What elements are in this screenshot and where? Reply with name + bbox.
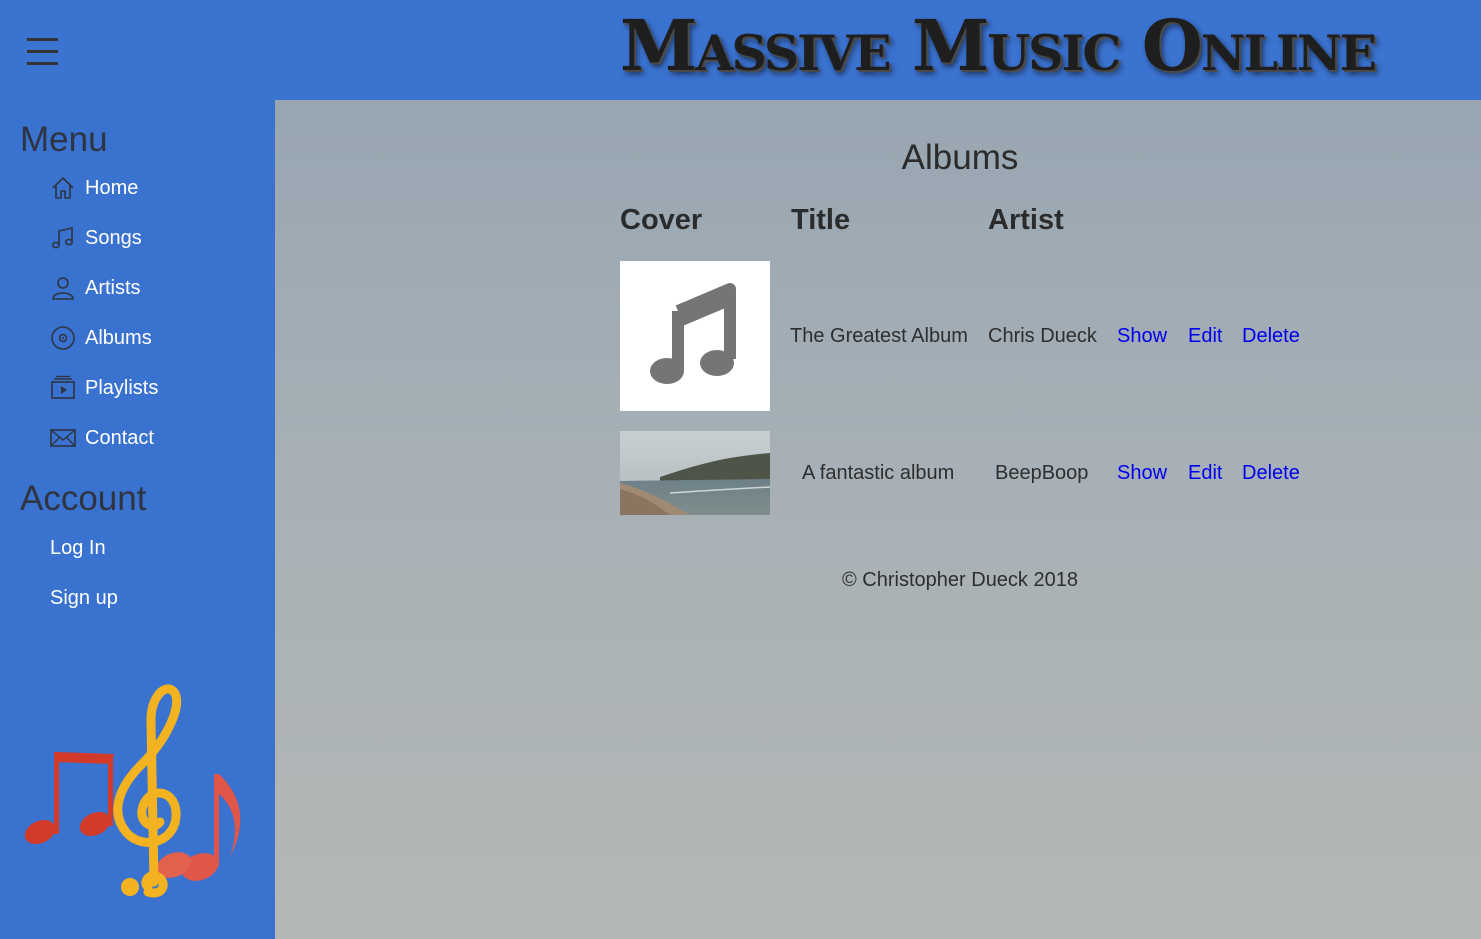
sidebar-item-artists[interactable]: Artists	[50, 272, 250, 304]
playlist-icon	[51, 375, 75, 399]
footer-copyright: © Christopher Dueck 2018	[842, 569, 1078, 591]
sidebar-item-label: Contact	[85, 426, 154, 449]
album-title: A fantastic album	[802, 462, 955, 484]
sidebar-item-contact[interactable]: Contact	[50, 422, 250, 454]
page-title: Albums	[901, 138, 1019, 177]
album-artist: Chris Dueck	[988, 325, 1097, 347]
sidebar-item-label: Playlists	[85, 376, 159, 399]
album-cover-placeholder	[620, 261, 770, 411]
album-cover-beach-photo	[620, 431, 770, 515]
sidebar-item-playlists[interactable]: Playlists	[50, 372, 250, 404]
sidebar-item-label: Albums	[85, 326, 152, 349]
edit-link[interactable]: Edit	[1188, 462, 1222, 485]
album-title: The Greatest Album	[790, 325, 968, 347]
signup-link[interactable]: Sign up	[50, 587, 118, 610]
show-link[interactable]: Show	[1117, 462, 1167, 485]
sidebar-item-label: Home	[85, 176, 139, 199]
site-title: Massive Music Online	[620, 4, 1377, 87]
menu-heading: Menu	[20, 120, 108, 159]
music-notes-logo	[24, 684, 241, 898]
hamburger-menu-icon[interactable]	[27, 36, 59, 68]
show-link[interactable]: Show	[1117, 325, 1167, 348]
sidebar-item-label: Artists	[85, 276, 141, 299]
music-note-icon	[650, 283, 736, 384]
user-icon	[52, 277, 74, 300]
album-artist: BeepBoop	[995, 462, 1089, 484]
column-header-cover: Cover	[620, 204, 703, 236]
music-note-icon	[51, 226, 74, 249]
delete-link[interactable]: Delete	[1242, 462, 1300, 485]
envelope-icon	[50, 429, 76, 447]
sidebar-item-albums[interactable]: Albums	[50, 322, 250, 354]
top-header: Massive Music Online	[0, 0, 1481, 100]
beach-photo-image	[620, 431, 770, 515]
sidebar: Menu Home Songs Artists Albums Playlists…	[0, 100, 275, 939]
sidebar-item-label: Songs	[85, 226, 142, 249]
login-link[interactable]: Log In	[50, 537, 106, 560]
edit-link[interactable]: Edit	[1188, 325, 1222, 348]
disc-icon	[51, 326, 75, 350]
column-header-artist: Artist	[988, 204, 1064, 236]
sidebar-item-songs[interactable]: Songs	[50, 222, 250, 254]
delete-link[interactable]: Delete	[1242, 325, 1300, 348]
account-heading: Account	[20, 479, 147, 518]
column-header-title: Title	[791, 204, 851, 236]
home-icon	[52, 177, 74, 199]
main-content: Albums Cover Title Artist The Greatest A…	[275, 100, 1481, 939]
sidebar-item-home[interactable]: Home	[50, 172, 250, 204]
